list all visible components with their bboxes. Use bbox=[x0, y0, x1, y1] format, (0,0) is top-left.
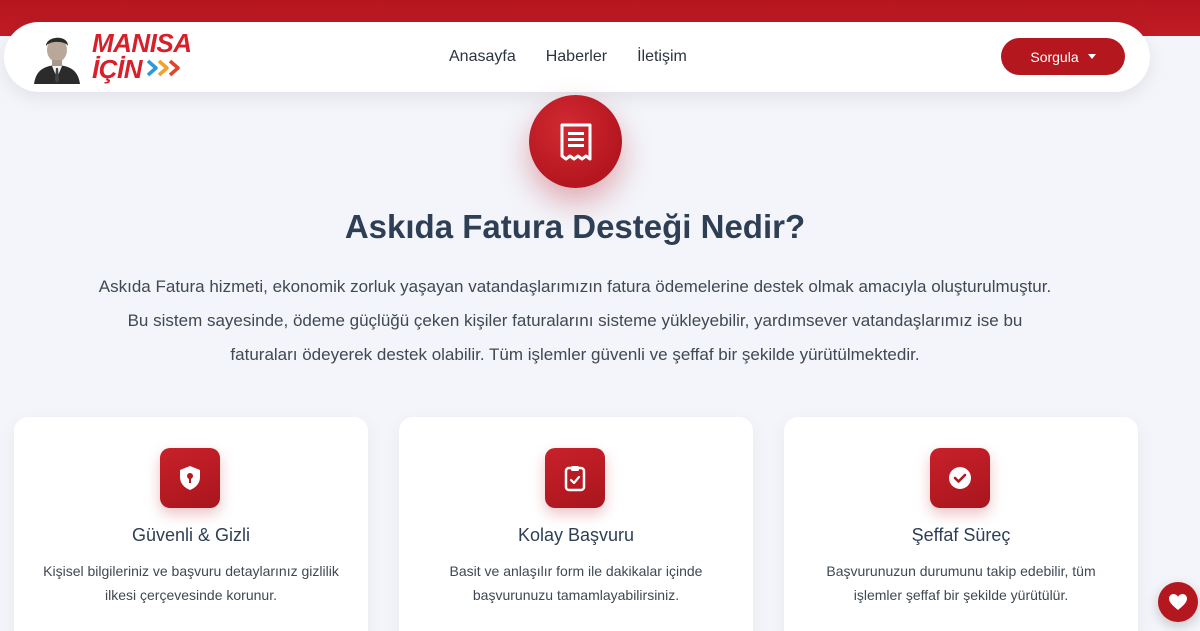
feature-title: Kolay Başvuru bbox=[517, 525, 635, 545]
hero-title: Askıda Fatura Desteği Nedir? bbox=[344, 208, 806, 245]
nav-links: Anasayfa Haberler İletişim bbox=[449, 22, 687, 92]
brand-name-line2: İÇİN bbox=[92, 54, 143, 84]
nav-link-iletisim[interactable]: İletişim bbox=[637, 48, 687, 66]
feature-description: Başvurunuzun durumunu takip edebilir, tü… bbox=[826, 563, 1096, 603]
sorgula-dropdown-button[interactable]: Sorgula bbox=[1001, 38, 1125, 75]
feature-card-transparent: Şeffaf Süreç Başvurunuzun durumunu takip… bbox=[784, 417, 1138, 631]
receipt-icon bbox=[529, 95, 622, 188]
brand-name-line1: MANISA bbox=[92, 28, 192, 58]
feature-card-secure: Güvenli & Gizli Kişisel bilgileriniz ve … bbox=[14, 417, 368, 631]
feature-description: Kişisel bilgileriniz ve başvuru detaylar… bbox=[43, 563, 339, 603]
sorgula-label: Sorgula bbox=[1030, 48, 1079, 65]
navbar: MANISA İÇİN Anasayfa Haberler İletişim S… bbox=[4, 22, 1150, 92]
caret-down-icon bbox=[1087, 54, 1096, 59]
nav-link-haberler[interactable]: Haberler bbox=[546, 48, 607, 66]
chevrons-icon bbox=[146, 59, 182, 80]
heart-icon[interactable] bbox=[1158, 582, 1198, 622]
clipboard-check-icon bbox=[545, 448, 605, 508]
nav-link-anasayfa[interactable]: Anasayfa bbox=[449, 48, 516, 66]
feature-description: Basit ve anlaşılır form ile dakikalar iç… bbox=[449, 563, 703, 603]
brand-logo[interactable]: MANISA İÇİN bbox=[30, 28, 192, 84]
feature-title: Şeffaf Süreç bbox=[911, 525, 1011, 545]
portrait-image bbox=[30, 28, 84, 84]
feature-title: Güvenli & Gizli bbox=[131, 525, 251, 545]
feature-card-easy: Kolay Başvuru Basit ve anlaşılır form il… bbox=[399, 417, 753, 631]
shield-icon bbox=[160, 448, 220, 508]
check-circle-icon bbox=[930, 448, 990, 508]
hero-description: Askıda Fatura hizmeti, ekonomik zorluk y… bbox=[98, 277, 1052, 364]
